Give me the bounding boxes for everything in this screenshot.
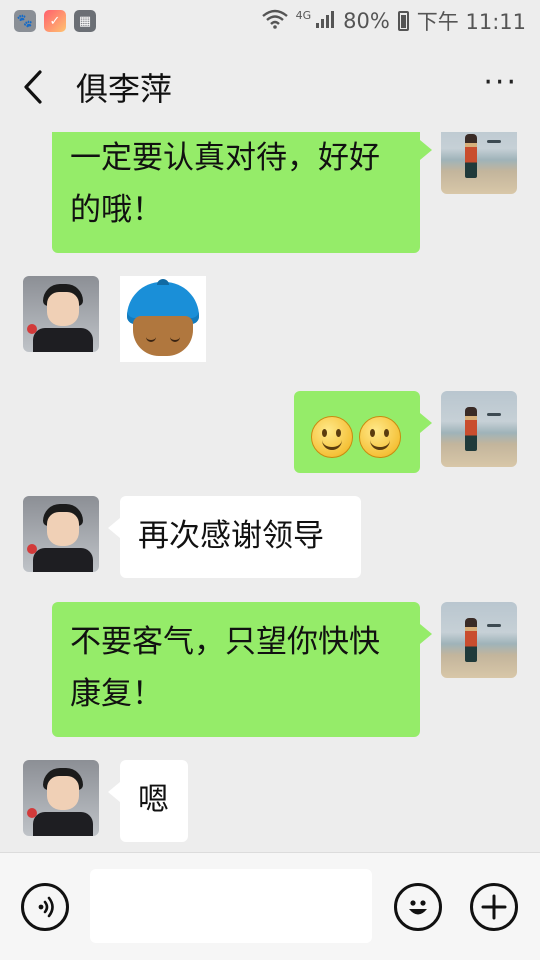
battery-icon [397, 11, 409, 31]
message-bubble-received[interactable]: 嗯 [108, 760, 188, 842]
more-options-button[interactable]: ··· [483, 65, 518, 110]
status-bar: 🐾 ✓ ▦ 4G 80% 下午 11:11 [0, 0, 540, 42]
battery-percent: 80% [343, 9, 390, 33]
message-text: 一定要认真对待，好好的哦！ [70, 140, 380, 228]
blue-cap-boy-sticker[interactable] [120, 276, 206, 362]
smile-emoji-icon [359, 415, 401, 458]
voice-input-button[interactable] [21, 883, 69, 931]
message-text: 再次感谢领导 [138, 518, 324, 554]
plus-icon [481, 894, 507, 920]
message-bubble-sent[interactable]: 一定要认真对待，好好的哦！ [52, 132, 432, 253]
clock: 下午 11:11 [416, 10, 526, 34]
message-bubble-received[interactable]: 再次感谢领导 [108, 496, 361, 578]
calculator-icon: ▦ [74, 10, 96, 32]
smiley-face-icon [409, 900, 427, 915]
task-app-icon: ✓ [44, 10, 66, 32]
status-app-icons: 🐾 ✓ ▦ [14, 10, 96, 32]
chat-title: 俱李萍 [76, 70, 173, 108]
message-bubble-sent[interactable]: 不要客气，只望你快快康复！ [52, 602, 432, 737]
message-text: 嗯 [138, 782, 169, 818]
message-text: 不要客气，只望你快快康复！ [70, 624, 380, 712]
emoji-button[interactable] [394, 883, 442, 931]
my-avatar[interactable] [441, 391, 517, 467]
contact-avatar[interactable] [23, 276, 99, 352]
my-avatar[interactable] [441, 132, 517, 194]
baidu-paw-icon: 🐾 [14, 10, 36, 32]
message-input[interactable] [90, 869, 372, 943]
more-functions-button[interactable] [470, 883, 518, 931]
chevron-left-icon [24, 70, 42, 104]
voice-icon [38, 896, 54, 918]
smile-emoji-icon [311, 415, 353, 458]
my-avatar[interactable] [441, 602, 517, 678]
message-bubble-sent[interactable] [294, 391, 432, 473]
contact-avatar[interactable] [23, 496, 99, 572]
status-indicators: 4G 80% 下午 11:11 [261, 6, 526, 36]
cell-signal-icon [315, 9, 335, 34]
contact-avatar[interactable] [23, 760, 99, 836]
composer-bar [0, 852, 540, 960]
network-type-label: 4G [295, 8, 312, 22]
back-button[interactable] [22, 67, 58, 107]
chat-header: 俱李萍 ··· [0, 42, 540, 132]
message-list[interactable]: 一定要认真对待，好好的哦！ 再次感谢领导 不要客气，只望你快快康复！ 嗯 [0, 132, 540, 852]
wifi-icon [261, 9, 288, 34]
